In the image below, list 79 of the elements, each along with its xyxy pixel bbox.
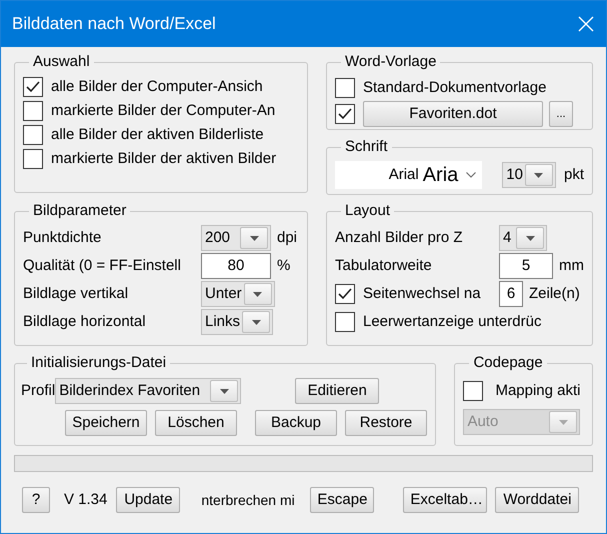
unit-label: dpi (277, 228, 298, 248)
unit-label: pkt (564, 164, 584, 185)
group-title: Bildparameter (32, 202, 128, 220)
unit-label: % (277, 256, 290, 276)
action-button[interactable]: Restore (345, 410, 427, 436)
edit-button[interactable]: Editieren (295, 378, 380, 404)
dropdown[interactable]: 10 (502, 162, 556, 188)
checkbox[interactable] (335, 284, 355, 304)
field-label: Profil (21, 380, 56, 401)
triangle-down-icon (252, 320, 261, 324)
interrupt-label: nterbrechen mi (201, 490, 296, 510)
field-label: Qualität (0 = FF-Einstell (23, 256, 182, 276)
checkbox[interactable] (335, 78, 355, 98)
checkbox-label: alle Bilder der Computer-Ansich (51, 76, 263, 97)
checkbox[interactable] (23, 149, 43, 169)
action-button[interactable]: Löschen (155, 410, 237, 436)
field-label: Anzahl Bilder pro Z (335, 228, 464, 248)
dropdown-button[interactable] (524, 164, 553, 186)
dropdown-button[interactable] (240, 227, 268, 249)
field-label: Punktdichte (23, 228, 102, 248)
dropdown[interactable]: 200 (201, 225, 271, 251)
dropdown-button[interactable] (244, 283, 272, 305)
field-label: Bildlage vertikal (23, 284, 130, 304)
checkbox-label: Seitenwechsel na (363, 284, 482, 304)
triangle-down-icon (534, 172, 544, 178)
unit-label: Zeile(n) (529, 284, 580, 304)
dropdown-button[interactable] (210, 380, 238, 402)
checkbox-label: Standard-Dokumentvorlage (363, 78, 546, 98)
group-title: Auswahl (32, 53, 91, 71)
group-title: Codepage (472, 354, 544, 372)
version-label: V 1.34 (64, 490, 108, 510)
checkbox-label: markierte Bilder der aktiven Bilder (51, 148, 276, 169)
unit-label: mm (559, 256, 584, 276)
text-field[interactable]: 6 (499, 281, 523, 307)
checkmark-icon (338, 288, 352, 300)
checkbox[interactable] (23, 77, 43, 97)
checkbox-label: alle Bilder der aktiven Bilderliste (51, 124, 264, 145)
action-button[interactable]: Speichern (65, 410, 147, 436)
checkbox-label: Mapping akti (495, 380, 581, 401)
window-title: Bilddaten nach Word/Excel (12, 13, 216, 36)
dropdown[interactable]: Unter (201, 281, 275, 307)
checkmark-icon (338, 108, 352, 120)
group-title: Initialisierungs-Datei (30, 354, 168, 372)
text-field[interactable]: 5 (499, 253, 553, 279)
field-label: Bildlage horizontal (23, 312, 147, 332)
group-title: Layout (344, 202, 392, 220)
group-title: Word-Vorlage (344, 53, 438, 71)
dropdown[interactable]: Bilderindex Favoriten (55, 378, 242, 404)
help-button[interactable]: ? (22, 487, 50, 513)
checkbox[interactable] (23, 101, 43, 121)
triangle-down-icon (526, 236, 534, 240)
action-button[interactable]: Backup (255, 410, 337, 436)
checkbox[interactable] (463, 381, 484, 401)
dropdown-button[interactable] (242, 311, 270, 333)
caret-icon (466, 172, 476, 178)
checkbox[interactable] (335, 312, 355, 332)
checkbox-label: markierte Bilder der Computer-An (51, 100, 276, 121)
action-button[interactable]: Worddatei (495, 487, 580, 513)
checkbox[interactable] (335, 104, 355, 124)
field-label: Tabulatorweite (335, 256, 433, 276)
close-icon[interactable] (578, 16, 594, 32)
triangle-down-icon (220, 388, 229, 394)
checkmark-icon (26, 81, 40, 93)
template-button[interactable]: Favoriten.dot (363, 101, 543, 127)
update-button[interactable]: Update (116, 487, 180, 513)
text-field[interactable]: 80 (201, 253, 271, 279)
triangle-down-icon (253, 292, 262, 296)
browse-button[interactable]: ... (549, 101, 573, 127)
dropdown-button[interactable] (516, 227, 544, 249)
font-dropdown[interactable]: Arial Aria (335, 161, 482, 189)
escape-button[interactable]: Escape (310, 487, 374, 513)
checkbox[interactable] (23, 125, 43, 145)
triangle-down-icon (250, 236, 258, 240)
dropdown[interactable]: 4 (499, 225, 547, 251)
action-button[interactable]: Exceltab… (403, 487, 488, 513)
dropdown[interactable]: Links (201, 309, 274, 335)
group-title: Schrift (344, 138, 389, 156)
triangle-down-icon (558, 420, 568, 424)
checkbox-label: Leerwertanzeige unterdrüc (363, 312, 542, 332)
